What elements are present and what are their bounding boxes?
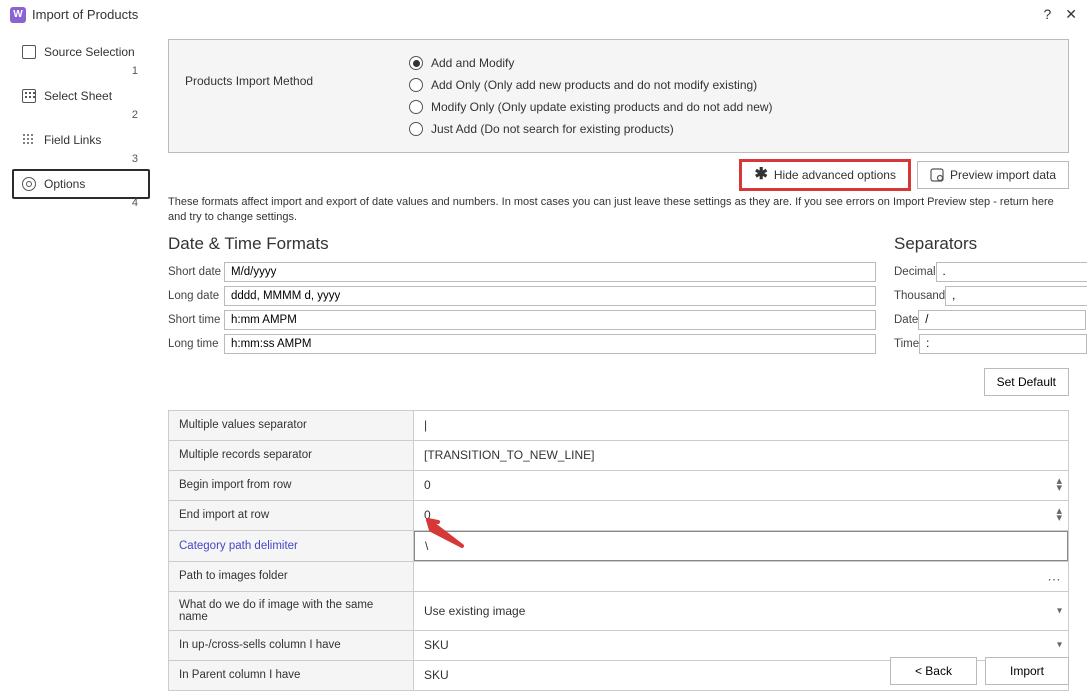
adv-row-label: In Parent column I have [169,661,414,690]
radio-label: Modify Only (Only update existing produc… [431,100,773,114]
short-time-label: Short time [168,314,224,326]
adv-row-value[interactable]: Use existing image▾ [414,597,1068,625]
set-default-button[interactable]: Set Default [984,368,1069,396]
nav-field-links[interactable]: Field Links 3 [12,125,150,155]
nav-step-number: 2 [132,109,138,121]
adv-row-value[interactable]: 0▴▾ [414,471,1068,499]
nav-options[interactable]: Options 4 [12,169,150,199]
adv-row[interactable]: Begin import from row0▴▾ [169,471,1068,501]
radio-icon [409,122,423,136]
radio-add-only[interactable]: Add Only (Only add new products and do n… [409,74,1068,96]
browse-icon[interactable]: … [1047,573,1062,580]
adv-row-value[interactable]: | [414,411,1068,439]
chevron-down-icon[interactable]: ▾ [1057,642,1062,649]
adv-row-label: Multiple values separator [169,411,414,440]
adv-row-value[interactable]: SKU▾ [414,631,1068,659]
back-button[interactable]: < Back [890,657,977,685]
decimal-input[interactable] [936,262,1087,282]
nav-step-number: 4 [132,197,138,209]
time-sep-input[interactable] [919,334,1087,354]
window-title: Import of Products [32,7,1043,22]
radio-icon [409,100,423,114]
page-icon [22,45,36,59]
radio-label: Add and Modify [431,56,514,70]
radio-just-add[interactable]: Just Add (Do not search for existing pro… [409,118,1068,140]
advanced-options-grid: Multiple values separator|Multiple recor… [168,410,1069,691]
long-time-label: Long time [168,338,224,350]
radio-label: Just Add (Do not search for existing pro… [431,122,674,136]
gear-icon [22,177,36,191]
nav-label: Field Links [44,133,101,147]
thousand-input[interactable] [945,286,1087,306]
adv-row[interactable]: End import at row0▴▾ [169,501,1068,531]
radio-icon [409,56,423,70]
asterisk-icon: ✱ [754,170,767,180]
adv-row[interactable]: Path to images folder … [169,562,1068,592]
short-date-input[interactable] [224,262,876,282]
date-sep-input[interactable] [918,310,1086,330]
chevron-down-icon[interactable]: ▾ [1057,607,1062,614]
radio-add-modify[interactable]: Add and Modify [409,52,1068,74]
sheet-icon [22,89,36,103]
short-date-label: Short date [168,266,224,278]
button-label: Hide advanced options [774,168,896,182]
radio-label: Add Only (Only add new products and do n… [431,78,757,92]
radio-modify-only[interactable]: Modify Only (Only update existing produc… [409,96,1068,118]
spinner-icon[interactable]: ▴▾ [1056,478,1062,492]
import-button[interactable]: Import [985,657,1069,685]
nav-select-sheet[interactable]: Select Sheet 2 [12,81,150,111]
nav-step-number: 1 [132,65,138,77]
adv-row-label: End import at row [169,501,414,530]
date-sep-label: Date [894,314,918,326]
adv-row-label: What do we do if image with the same nam… [169,592,414,630]
adv-row-label: Begin import from row [169,471,414,500]
adv-row-label: Multiple records separator [169,441,414,470]
adv-row[interactable]: Multiple records separator[TRANSITION_TO… [169,441,1068,471]
datetime-formats-title: Date & Time Formats [168,234,876,254]
short-time-input[interactable] [224,310,876,330]
button-label: Preview import data [950,168,1056,182]
close-icon[interactable]: ✕ [1065,6,1077,23]
separators-title: Separators [894,234,1069,254]
preview-import-button[interactable]: Preview import data [917,161,1069,189]
format-hint-text: These formats affect import and export o… [168,195,1069,226]
adv-row[interactable]: Multiple values separator| [169,411,1068,441]
spinner-icon[interactable]: ▴▾ [1056,508,1062,522]
decimal-label: Decimal [894,266,936,278]
adv-row[interactable]: What do we do if image with the same nam… [169,592,1068,631]
import-method-panel: Products Import Method Add and Modify Ad… [168,39,1069,153]
time-sep-label: Time [894,338,919,350]
adv-row-label: In up-/cross-sells column I have [169,631,414,660]
hide-advanced-button[interactable]: ✱ Hide advanced options [741,161,909,189]
links-icon [22,133,36,147]
nav-label: Options [44,177,85,191]
help-icon[interactable]: ? [1043,6,1051,23]
adv-row-value[interactable]: \ [414,531,1068,561]
thousand-label: Thousand [894,290,945,302]
long-date-label: Long date [168,290,224,302]
import-method-label: Products Import Method [169,48,409,144]
preview-icon [930,168,944,182]
app-icon: W [10,7,26,23]
nav-source-selection[interactable]: Source Selection 1 [12,37,150,67]
adv-row-value[interactable]: [TRANSITION_TO_NEW_LINE] [414,441,1068,469]
long-date-input[interactable] [224,286,876,306]
adv-row[interactable]: Category path delimiter\ [169,531,1068,562]
nav-label: Source Selection [44,45,135,59]
nav-label: Select Sheet [44,89,112,103]
adv-row-label: Category path delimiter [169,531,414,561]
radio-icon [409,78,423,92]
wizard-sidebar: Source Selection 1 Select Sheet 2 Field … [0,29,150,695]
adv-row-value[interactable]: 0▴▾ [414,501,1068,529]
adv-row-label: Path to images folder [169,562,414,591]
adv-row-value[interactable]: … [414,569,1068,583]
long-time-input[interactable] [224,334,876,354]
nav-step-number: 3 [132,153,138,165]
